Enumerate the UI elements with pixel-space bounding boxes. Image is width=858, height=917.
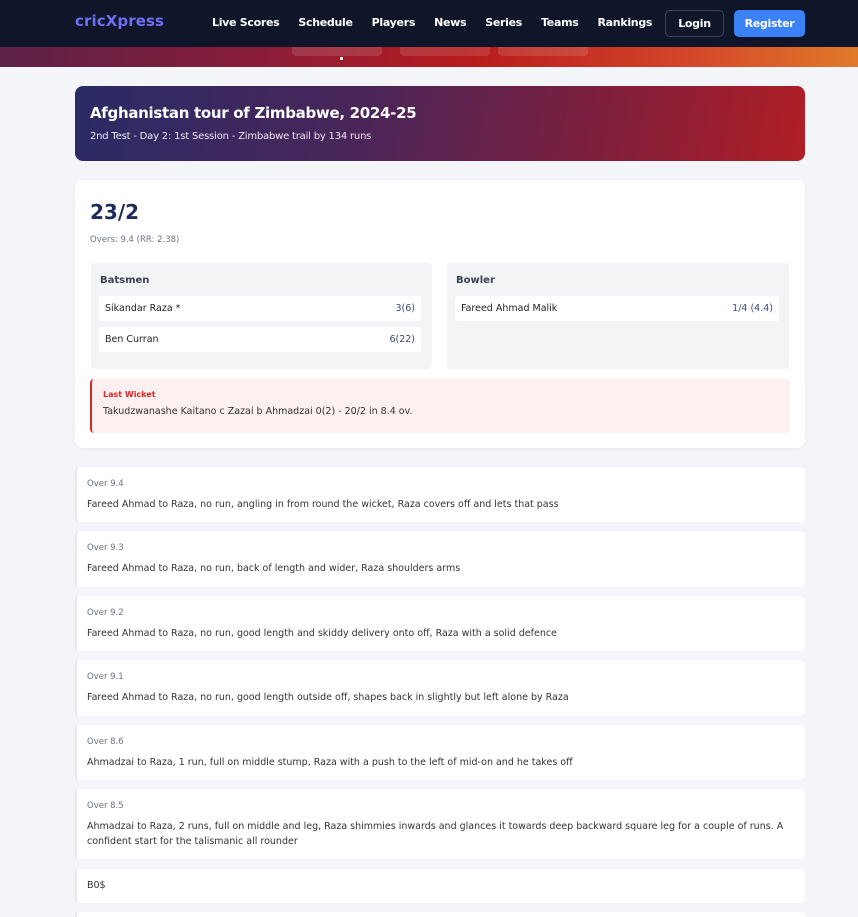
batsmen-panel: Batsmen Sikandar Raza * 3(6) Ben Curran … [91,263,432,369]
hero-tab[interactable] [498,47,588,56]
last-wicket-box: Last Wicket Takudzwanashe Kaitano c Zaza… [90,379,790,433]
commentary-text: Fareed Ahmad to Raza, no run, good lengt… [87,692,569,703]
commentary-over: Over 9.3 [87,543,124,553]
brand-logo[interactable]: cricXpress [75,12,164,30]
nav-links: Live Scores Schedule Players News Series… [212,16,671,29]
nav-link-rankings[interactable]: Rankings [598,16,653,29]
match-header-card: Afghanistan tour of Zimbabwe, 2024-25 2n… [75,86,805,161]
commentary-misc-row: B0$ [75,869,805,903]
nav-link-teams[interactable]: Teams [541,16,579,29]
nav-link-players[interactable]: Players [372,16,416,29]
batsman-row[interactable]: Sikandar Raza * 3(6) [99,296,421,321]
commentary-over: Over 8.5 [87,801,124,811]
batsman-row[interactable]: Ben Curran 6(22) [99,327,421,352]
commentary-text: Ahmadzai to Raza, 1 run, full on middle … [87,757,573,768]
batsman-score: 3(6) [395,303,415,314]
commentary-item: Over 9.3 Fareed Ahmad to Raza, no run, b… [75,531,805,587]
nav-link-news[interactable]: News [434,16,466,29]
commentary-item: Over 9.2 Fareed Ahmad to Raza, no run, g… [75,596,805,651]
commentary-text: Ahmadzai to Raza, 2 runs, full on middle… [87,821,784,847]
commentary-item: Over 8.5 Ahmadzai to Raza, 2 runs, full … [75,789,805,859]
team-score: 23/2 [90,200,140,224]
commentary-over: Over 8.6 [87,737,124,747]
login-button[interactable]: Login [665,10,724,37]
batsmen-title: Batsmen [100,275,150,286]
bowler-name: Fareed Ahmad Malik [461,303,558,314]
commentary-item [75,912,805,917]
commentary-over: Over 9.4 [87,479,124,489]
nav-link-schedule[interactable]: Schedule [298,16,353,29]
overs-info: Overs: 9.4 (RR: 2.38) [90,235,180,245]
hero-tab[interactable] [292,47,382,56]
commentary-text: Fareed Ahmad to Raza, no run, good lengt… [87,628,557,639]
match-title: Afghanistan tour of Zimbabwe, 2024-25 [90,104,417,122]
hero-tab[interactable] [400,47,490,56]
scorecard: 23/2 Overs: 9.4 (RR: 2.38) Batsmen Sikan… [75,180,805,448]
batsman-name: Ben Curran [105,334,159,345]
batsman-name: Sikandar Raza * [105,303,181,314]
bowler-title: Bowler [456,275,495,286]
bowler-panel: Bowler Fareed Ahmad Malik 1/4 (4.4) [447,263,789,369]
bowler-figures: 1/4 (4.4) [732,303,773,314]
bowler-row[interactable]: Fareed Ahmad Malik 1/4 (4.4) [455,296,779,321]
commentary-item: Over 8.6 Ahmadzai to Raza, 1 run, full o… [75,725,805,780]
nav-link-live-scores[interactable]: Live Scores [212,16,280,29]
commentary-text: Fareed Ahmad to Raza, no run, angling in… [87,499,559,510]
commentary-text: Fareed Ahmad to Raza, no run, back of le… [87,563,461,574]
commentary-item: Over 9.1 Fareed Ahmad to Raza, no run, g… [75,660,805,716]
top-nav: cricXpress Live Scores Schedule Players … [0,0,858,47]
register-button[interactable]: Register [734,10,805,37]
hero-banner-strip [0,47,858,67]
commentary-item: Over 9.4 Fareed Ahmad to Raza, no run, a… [75,467,805,522]
hero-indicator [340,57,343,60]
batsman-score: 6(22) [389,334,415,345]
match-status: 2nd Test - Day 2: 1st Session - Zimbabwe… [90,131,372,142]
last-wicket-label: Last Wicket [103,390,156,399]
last-wicket-text: Takudzwanashe Kaitano c Zazai b Ahmadzai… [103,406,413,417]
nav-link-series[interactable]: Series [485,16,522,29]
commentary-over: Over 9.1 [87,672,124,682]
commentary-over: Over 9.2 [87,608,124,618]
